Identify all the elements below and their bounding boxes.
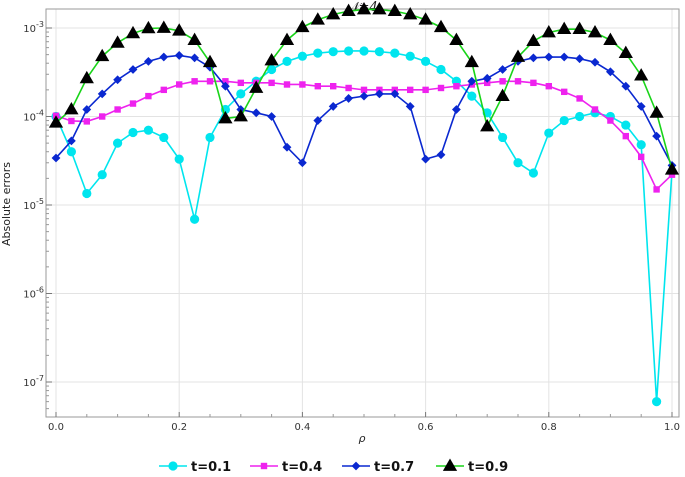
data-point [128, 127, 138, 138]
data-point [190, 214, 200, 224]
data-point [205, 132, 215, 143]
data-point [576, 95, 583, 102]
data-point [422, 86, 429, 94]
data-point [66, 147, 76, 157]
chart-background [0, 0, 685, 477]
data-point [436, 64, 446, 75]
data-point [453, 82, 460, 90]
data-point [297, 51, 307, 61]
x-tick-label: 1.0 [664, 422, 680, 433]
data-point [68, 117, 75, 125]
data-point [513, 158, 523, 168]
data-point [283, 81, 291, 88]
data-point [530, 79, 537, 87]
data-point [345, 84, 352, 92]
data-point [174, 154, 184, 164]
data-point [359, 46, 369, 56]
data-point [113, 138, 123, 148]
data-point [561, 88, 568, 96]
chart: 𝒩=4 0.00.20.40.60.81.0 10-710-610-510-41… [0, 0, 685, 477]
data-point [160, 86, 167, 94]
x-tick-label: 0.4 [294, 422, 310, 433]
data-point [330, 82, 337, 90]
legend-label: t=0.9 [468, 460, 508, 475]
data-point [421, 56, 431, 66]
x-tick-label: 0.6 [418, 422, 434, 433]
data-point [99, 113, 106, 120]
data-point [328, 47, 338, 57]
data-point [437, 84, 445, 92]
data-point [282, 56, 292, 66]
data-point [236, 89, 246, 99]
data-point [405, 51, 415, 61]
x-axis-title: ρ [359, 432, 366, 445]
data-point [575, 111, 585, 122]
data-point [514, 78, 522, 85]
data-point [544, 128, 554, 138]
legend-label: t=0.4 [282, 460, 322, 475]
data-point [545, 82, 552, 90]
data-point [390, 48, 400, 58]
data-point [314, 82, 321, 90]
data-point [499, 78, 506, 85]
data-point [622, 132, 629, 140]
data-point [145, 92, 152, 100]
legend-label: t=0.7 [374, 460, 414, 475]
x-tick-label: 0.0 [48, 422, 64, 433]
data-point [129, 100, 137, 107]
data-point [159, 132, 169, 143]
data-point [83, 118, 90, 125]
x-tick-label: 0.2 [171, 422, 187, 433]
data-point [621, 120, 631, 130]
data-point [374, 47, 384, 57]
y-axis-title: Absolute errors [0, 162, 13, 246]
data-point [82, 188, 92, 199]
data-point [653, 186, 660, 193]
legend-marker [260, 462, 268, 470]
data-point [528, 168, 539, 178]
data-point [607, 117, 614, 124]
data-point [559, 115, 569, 126]
legend-marker [168, 461, 178, 471]
data-point [176, 81, 183, 88]
data-point [191, 78, 198, 85]
data-point [268, 79, 275, 87]
legend-label: t=0.1 [191, 460, 231, 475]
data-point [114, 106, 121, 113]
data-point [636, 140, 646, 150]
data-point [237, 79, 244, 87]
data-point [313, 48, 323, 58]
data-point [97, 170, 107, 180]
data-point [652, 397, 662, 407]
data-point [407, 86, 414, 94]
data-point [299, 81, 306, 88]
x-tick-label: 0.8 [541, 422, 557, 433]
data-point [638, 153, 645, 161]
data-point [591, 106, 599, 113]
data-point [498, 132, 508, 143]
data-point [206, 78, 214, 85]
data-point [467, 91, 477, 101]
data-point [344, 46, 354, 56]
data-point [143, 125, 153, 135]
